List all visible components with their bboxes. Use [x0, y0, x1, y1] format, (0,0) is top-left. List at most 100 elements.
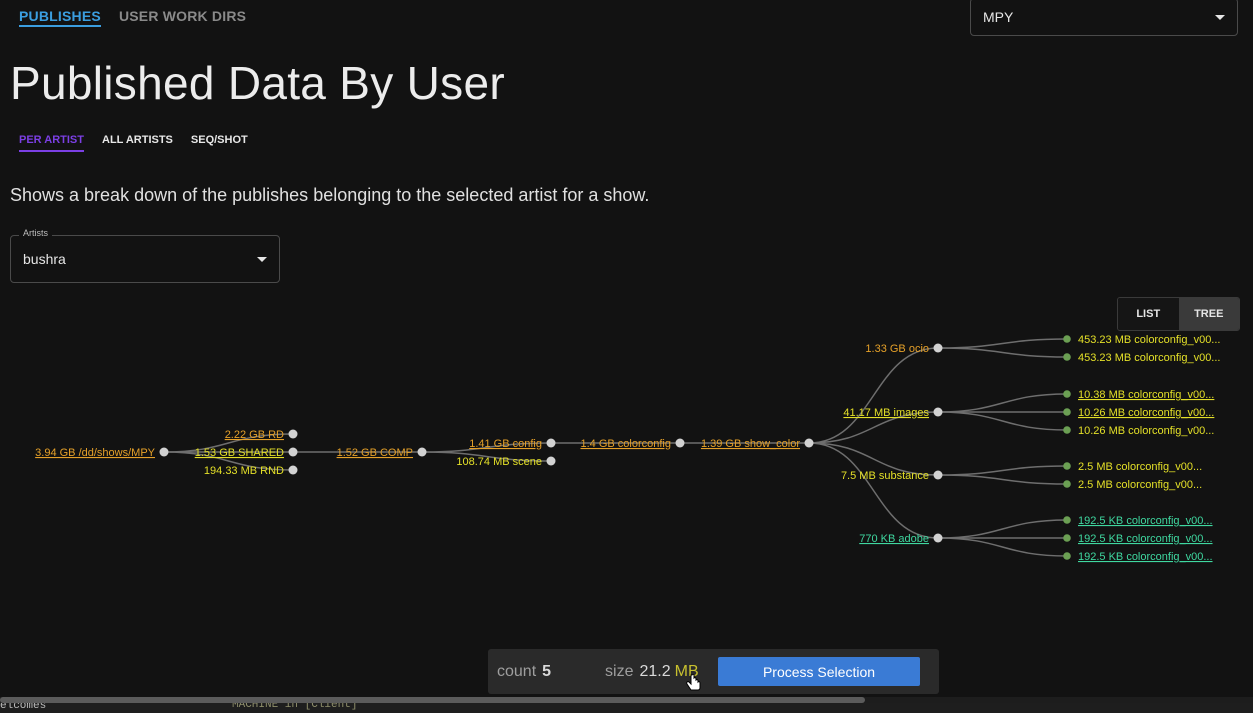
subtab-seq-shot[interactable]: SEQ/SHOT	[191, 134, 248, 152]
tree-node-s2[interactable]: 2.5 MB colorconfig_v00...	[1063, 479, 1202, 491]
tree-node-rnd[interactable]: 194.33 MB RND	[204, 465, 298, 477]
tree-node-rd[interactable]: 2.22 GB RD	[225, 429, 298, 441]
tree-node-label[interactable]: 41.17 MB images	[843, 407, 929, 419]
count-value: 5	[542, 662, 552, 680]
tab-user-work-dirs[interactable]: USER WORK DIRS	[119, 0, 246, 30]
tree-node-i2[interactable]: 10.26 MB colorconfig_v00...	[1063, 407, 1214, 419]
tree-node-label[interactable]: 194.33 MB RND	[204, 465, 284, 477]
tree-node-comp[interactable]: 1.52 GB COMP	[337, 447, 427, 459]
selection-bar: count 5 size 21.2 MB Process Selection	[488, 649, 939, 694]
subtab-all-artists[interactable]: ALL ARTISTS	[102, 134, 173, 152]
tree-node-dot[interactable]	[1063, 534, 1071, 542]
tree-node-label[interactable]: 1.53 GB SHARED	[195, 447, 284, 459]
tree-node-adobe[interactable]: 770 KB adobe	[859, 533, 943, 545]
tree-node-dot[interactable]	[1063, 408, 1071, 416]
tree-node-label[interactable]: 3.94 GB /dd/shows/MPY	[35, 447, 155, 459]
tree-link	[937, 519, 1068, 539]
tree-node-label[interactable]: 2.22 GB RD	[225, 429, 284, 441]
tree-node-dot[interactable]	[933, 533, 943, 543]
tree-node-label[interactable]: 770 KB adobe	[859, 533, 929, 545]
tree-link	[937, 411, 1068, 431]
subtab-per-artist[interactable]: PER ARTIST	[19, 134, 84, 152]
tree-node-dot[interactable]	[1063, 480, 1071, 488]
tree-node-dot[interactable]	[546, 438, 556, 448]
tree-node-label[interactable]: 1.41 GB config	[469, 438, 542, 450]
tree-node-dot[interactable]	[1063, 390, 1071, 398]
background-window-strip: elcomes MACHINE in [Client]	[0, 703, 1253, 713]
tree-node-dot[interactable]	[1063, 353, 1071, 361]
tree-node-a2[interactable]: 192.5 KB colorconfig_v00...	[1063, 533, 1213, 545]
page-description: Shows a break down of the publishes belo…	[10, 185, 650, 205]
tree-node-dot[interactable]	[1063, 462, 1071, 470]
tree-node-config[interactable]: 1.41 GB config	[469, 438, 556, 450]
tree-node-label[interactable]: 2.5 MB colorconfig_v00...	[1078, 479, 1202, 491]
tree-node-a3[interactable]: 192.5 KB colorconfig_v00...	[1063, 551, 1213, 563]
tree-node-label[interactable]: 10.38 MB colorconfig_v00...	[1078, 389, 1214, 401]
tree-node-label[interactable]: 108.74 MB scene	[456, 456, 542, 468]
artist-select[interactable]: Artists bushra	[10, 228, 280, 283]
tree-node-shared[interactable]: 1.53 GB SHARED	[195, 447, 298, 459]
top-tabs: PUBLISHES USER WORK DIRS	[19, 0, 246, 30]
count-label: count	[497, 662, 537, 680]
tree-node-dot[interactable]	[933, 343, 943, 353]
tree-node-label[interactable]: 1.39 GB show_color	[701, 438, 800, 450]
show-select[interactable]: MPY	[970, 0, 1238, 36]
tree-link	[937, 347, 1068, 358]
tree-node-label[interactable]: 10.26 MB colorconfig_v00...	[1078, 407, 1214, 419]
process-selection-button[interactable]: Process Selection	[718, 657, 920, 686]
caret-down-icon	[257, 256, 267, 262]
tree-link	[808, 347, 939, 444]
tree-node-dot[interactable]	[1063, 426, 1071, 434]
tree-node-s1[interactable]: 2.5 MB colorconfig_v00...	[1063, 461, 1202, 473]
artist-select-label: Artists	[19, 228, 53, 238]
subtabs: PER ARTIST ALL ARTISTS SEQ/SHOT	[19, 134, 248, 152]
tree-node-i1[interactable]: 10.38 MB colorconfig_v00...	[1063, 389, 1214, 401]
tree-node-label[interactable]: 7.5 MB substance	[841, 470, 929, 482]
tree-node-label[interactable]: 1.4 GB colorconfig	[581, 438, 672, 450]
tab-publishes[interactable]: PUBLISHES	[19, 0, 101, 27]
tree-node-dot[interactable]	[1063, 516, 1071, 524]
background-text: elcomes	[0, 703, 47, 712]
tree-node-dot[interactable]	[288, 465, 298, 475]
tree-node-show-color[interactable]: 1.39 GB show_color	[701, 438, 814, 450]
tree-node-label[interactable]: 192.5 KB colorconfig_v00...	[1078, 551, 1213, 563]
tree-node-label[interactable]: 453.23 MB colorconfig_v00...	[1078, 352, 1220, 364]
tree-node-o1[interactable]: 453.23 MB colorconfig_v00...	[1063, 334, 1220, 346]
tree-node-colorconfig[interactable]: 1.4 GB colorconfig	[581, 438, 685, 450]
tree-node-label[interactable]: 1.33 GB ocio	[865, 343, 929, 355]
tree-node-root[interactable]: 3.94 GB /dd/shows/MPY	[35, 447, 169, 459]
tree-node-images[interactable]: 41.17 MB images	[843, 407, 943, 419]
tree-node-i3[interactable]: 10.26 MB colorconfig_v00...	[1063, 425, 1214, 437]
tree-node-dot[interactable]	[933, 470, 943, 480]
tree-node-dot[interactable]	[288, 429, 298, 439]
tree-node-dot[interactable]	[546, 456, 556, 466]
page-title: Published Data By User	[10, 57, 505, 109]
tree-node-label[interactable]: 2.5 MB colorconfig_v00...	[1078, 461, 1202, 473]
tree-link	[808, 442, 939, 539]
tree-node-substance[interactable]: 7.5 MB substance	[841, 470, 943, 482]
hand-cursor-icon	[686, 674, 701, 691]
tree-node-label[interactable]: 453.23 MB colorconfig_v00...	[1078, 334, 1220, 346]
tree-node-dot[interactable]	[1063, 552, 1071, 560]
tree-node-o2[interactable]: 453.23 MB colorconfig_v00...	[1063, 352, 1220, 364]
show-select-value: MPY	[983, 9, 1014, 25]
tree-node-dot[interactable]	[804, 438, 814, 448]
tree-node-dot[interactable]	[288, 447, 298, 457]
tree-node-label[interactable]: 10.26 MB colorconfig_v00...	[1078, 425, 1214, 437]
tree-node-dot[interactable]	[1063, 335, 1071, 343]
tree-node-a1[interactable]: 192.5 KB colorconfig_v00...	[1063, 515, 1213, 527]
tree-link	[937, 338, 1068, 349]
tree-node-label[interactable]: 1.52 GB COMP	[337, 447, 413, 459]
tree-node-label[interactable]: 192.5 KB colorconfig_v00...	[1078, 533, 1213, 545]
tree-node-dot[interactable]	[675, 438, 685, 448]
tree-node-dot[interactable]	[933, 407, 943, 417]
size-value: 21.2	[639, 662, 671, 680]
tree-node-dot[interactable]	[417, 447, 427, 457]
artist-select-value: bushra	[23, 251, 66, 267]
tree-node-scene[interactable]: 108.74 MB scene	[456, 456, 556, 468]
tree-link	[937, 393, 1068, 413]
size-label: size	[605, 662, 634, 680]
tree-node-dot[interactable]	[159, 447, 169, 457]
tree-node-label[interactable]: 192.5 KB colorconfig_v00...	[1078, 515, 1213, 527]
background-text: MACHINE in [Client]	[232, 703, 358, 711]
